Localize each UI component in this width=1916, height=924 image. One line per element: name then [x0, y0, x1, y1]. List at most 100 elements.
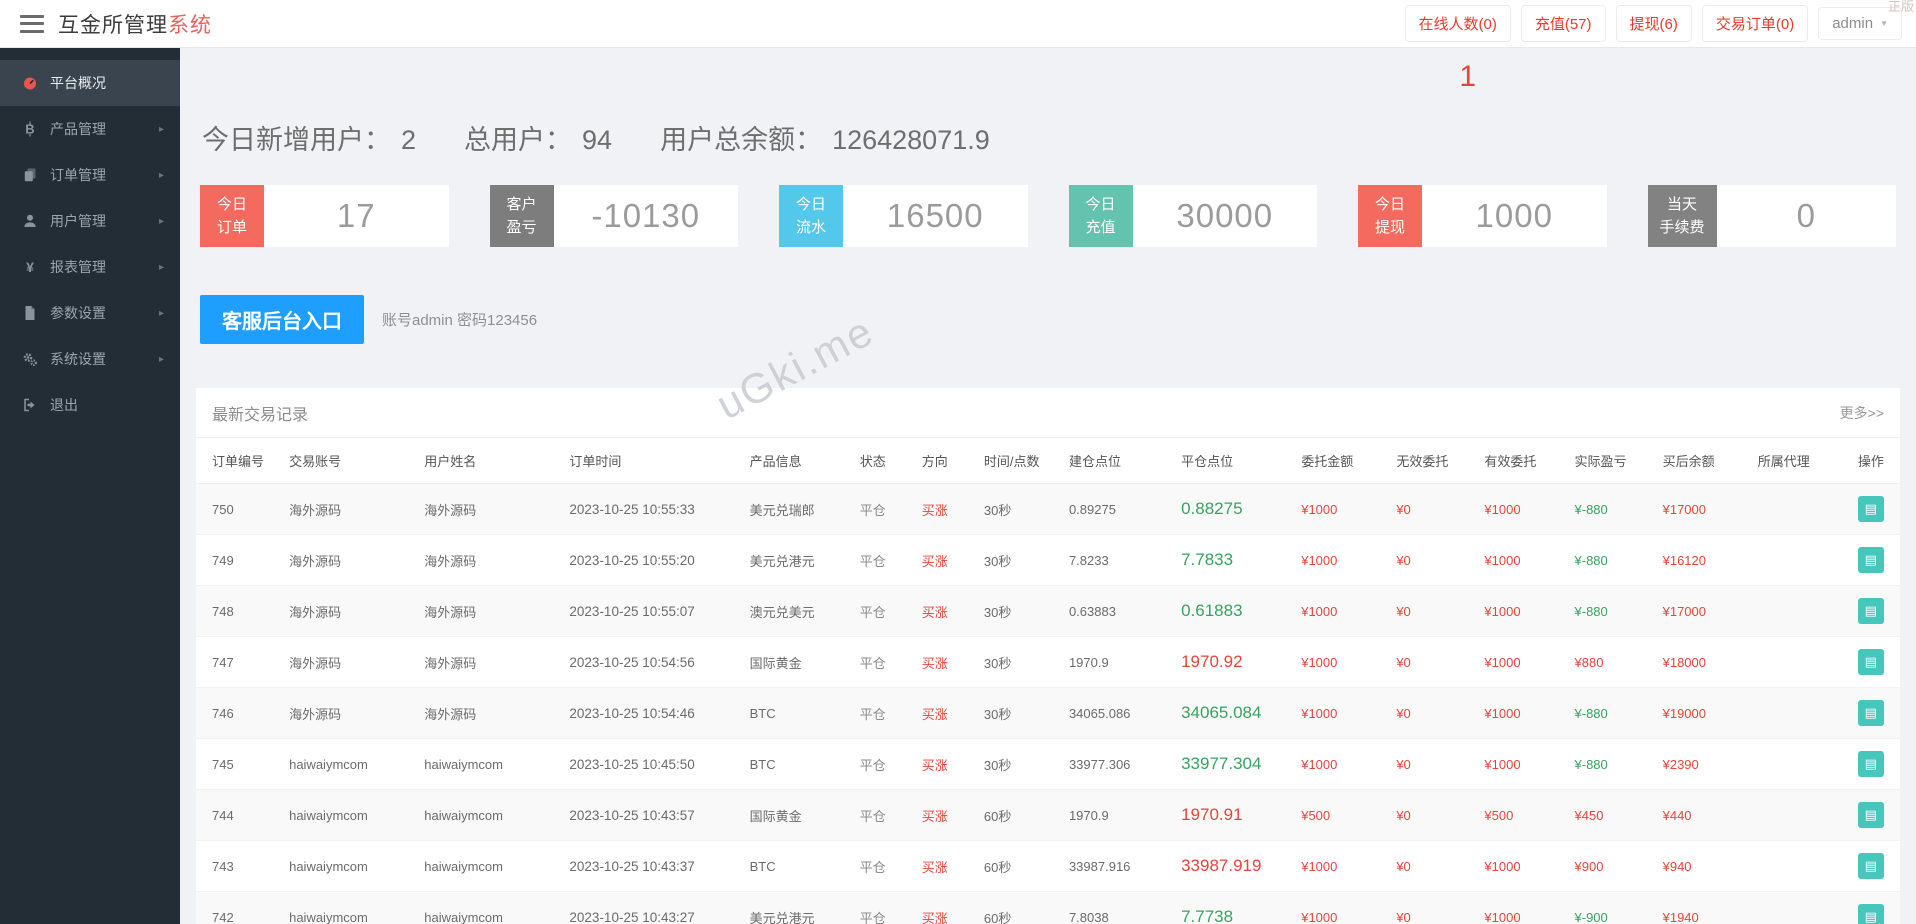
cell-entrust: ¥1000 — [1293, 687, 1389, 739]
sidebar-item-5[interactable]: 参数设置 ▸ — [0, 290, 180, 336]
cell-valid: ¥1000 — [1476, 636, 1567, 688]
cell-product: 美元兑瑞郎 — [741, 483, 852, 535]
cell-account: haiwaiymcom — [281, 891, 417, 924]
cell-product: 澳元兑美元 — [741, 585, 852, 637]
sidebar-item-label: 用户管理 — [50, 213, 106, 229]
order-detail-icon[interactable]: ▤ — [1857, 802, 1884, 828]
card-value: 0 — [1716, 185, 1896, 247]
col-header-invalid: 无效委托 — [1388, 438, 1477, 484]
admin-menu[interactable]: admin ▼ — [1818, 7, 1902, 40]
card-label: 客户 盈亏 — [489, 185, 554, 247]
col-header-status: 状态 — [851, 438, 914, 484]
summary-card-3: 今日 充值 30000 — [1068, 185, 1317, 247]
order-detail-icon[interactable]: ▤ — [1857, 904, 1884, 924]
cell-agent — [1749, 789, 1850, 841]
cell-valid: ¥1000 — [1476, 840, 1567, 892]
cell-status: 平仓 — [851, 636, 914, 688]
col-header-profit: 实际盈亏 — [1566, 438, 1655, 484]
sidebar-item-7[interactable]: 退出 — [0, 382, 180, 428]
cell-close: 1970.92 — [1173, 636, 1294, 688]
cell-product: 国际黄金 — [741, 789, 852, 841]
cell-balance: ¥2390 — [1654, 738, 1750, 790]
cell-duration: 30秒 — [975, 534, 1061, 586]
cell-product: 美元兑港元 — [741, 891, 852, 924]
stat-item-2: 用户总余额： 126428071.9 — [660, 118, 990, 157]
sidebar-item-4[interactable]: ¥ 报表管理 ▸ — [0, 244, 180, 290]
col-header-open: 建仓点位 — [1060, 438, 1174, 484]
table-header-row: 订单编号 交易账号 用户姓名 订单时间 产品信息 状态 方向 时间/点数 建仓点位 平仓点位 委托金… — [196, 438, 1900, 484]
order-detail-icon[interactable]: ▤ — [1857, 547, 1884, 573]
cell-status: 平仓 — [851, 789, 914, 841]
cell-direction: 买涨 — [913, 483, 976, 535]
cell-name: haiwaiymcom — [416, 789, 562, 841]
cell-profit: ¥450 — [1566, 789, 1655, 841]
cell-valid: ¥1000 — [1476, 687, 1567, 739]
cell-account: haiwaiymcom — [281, 840, 417, 892]
cell-agent — [1749, 687, 1850, 739]
card-value: 30000 — [1132, 185, 1317, 247]
col-header-name: 用户姓名 — [416, 438, 562, 484]
cell-status: 平仓 — [851, 483, 914, 535]
cell-open: 7.8038 — [1060, 891, 1174, 924]
cell-close: 7.7833 — [1173, 534, 1294, 586]
cell-direction: 买涨 — [913, 738, 976, 790]
cell-product: BTC — [741, 738, 852, 790]
topbar-stat-buttons: 在线人数(0) 充值(57) 提现(6) 交易订单(0) — [1404, 5, 1809, 42]
more-link[interactable]: 更多>> — [1840, 403, 1884, 423]
cell-product: BTC — [741, 840, 852, 892]
cell-open: 33977.306 — [1060, 738, 1174, 790]
cell-time: 2023-10-25 10:55:07 — [561, 585, 742, 637]
cell-agent — [1749, 483, 1850, 535]
cell-duration: 30秒 — [975, 636, 1061, 688]
menu-toggle-icon[interactable] — [20, 14, 44, 33]
sidebar-item-0[interactable]: 平台概况 — [0, 60, 180, 106]
cell-time: 2023-10-25 10:55:33 — [561, 483, 742, 535]
cell-profit: ¥-880 — [1566, 585, 1655, 637]
topbar-actions: 在线人数(0) 充值(57) 提现(6) 交易订单(0) admin ▼ — [1404, 5, 1902, 42]
cell-id: 750 — [196, 483, 282, 535]
cell-action: ▤ — [1849, 840, 1900, 892]
order-detail-icon[interactable]: ▤ — [1857, 853, 1884, 879]
topbar-stat-button-2[interactable]: 提现(6) — [1615, 5, 1692, 42]
cell-valid: ¥1000 — [1476, 585, 1567, 637]
cell-invalid: ¥0 — [1388, 534, 1477, 586]
order-detail-icon[interactable]: ▤ — [1857, 649, 1884, 675]
gears-icon — [20, 351, 40, 367]
chevron-right-icon: ▸ — [158, 307, 164, 319]
sidebar-item-6[interactable]: 系统设置 ▸ — [0, 336, 180, 382]
order-detail-icon[interactable]: ▤ — [1857, 751, 1884, 777]
cell-balance: ¥18000 — [1654, 636, 1750, 688]
order-detail-icon[interactable]: ▤ — [1857, 496, 1884, 522]
order-detail-icon[interactable]: ▤ — [1857, 700, 1884, 726]
cell-id: 749 — [196, 534, 282, 586]
cell-close: 1970.91 — [1173, 789, 1294, 841]
topbar-stat-button-1[interactable]: 充值(57) — [1520, 5, 1606, 42]
col-header-action: 操作 — [1849, 438, 1900, 484]
cell-close: 7.7738 — [1173, 891, 1294, 924]
topbar-stat-button-3[interactable]: 交易订单(0) — [1701, 5, 1809, 42]
cell-duration: 60秒 — [975, 891, 1061, 924]
order-detail-icon[interactable]: ▤ — [1857, 598, 1884, 624]
yen-icon: ¥ — [20, 259, 40, 275]
sidebar-item-1[interactable]: B 产品管理 ▸ — [0, 106, 180, 152]
service-backend-button[interactable]: 客服后台入口 — [200, 295, 364, 344]
cell-direction: 买涨 — [913, 891, 976, 924]
sidebar-item-label: 系统设置 — [50, 351, 106, 367]
sidebar-item-2[interactable]: 订单管理 ▸ — [0, 152, 180, 198]
cell-entrust: ¥1000 — [1293, 534, 1389, 586]
topbar-stat-button-0[interactable]: 在线人数(0) — [1404, 5, 1511, 42]
cell-entrust: ¥1000 — [1293, 585, 1389, 637]
cell-balance: ¥440 — [1654, 789, 1750, 841]
cell-id: 744 — [196, 789, 282, 841]
cell-duration: 30秒 — [975, 585, 1061, 637]
cell-valid: ¥1000 — [1476, 738, 1567, 790]
card-label: 今日 订单 — [200, 185, 264, 247]
cell-status: 平仓 — [851, 534, 914, 586]
cell-invalid: ¥0 — [1388, 585, 1477, 637]
chevron-down-icon: ▼ — [1880, 19, 1888, 28]
cell-time: 2023-10-25 10:45:50 — [561, 738, 742, 790]
cell-balance: ¥19000 — [1654, 687, 1750, 739]
cell-action: ▤ — [1849, 738, 1900, 790]
sidebar-item-3[interactable]: 用户管理 ▸ — [0, 198, 180, 244]
cell-agent — [1749, 636, 1850, 688]
